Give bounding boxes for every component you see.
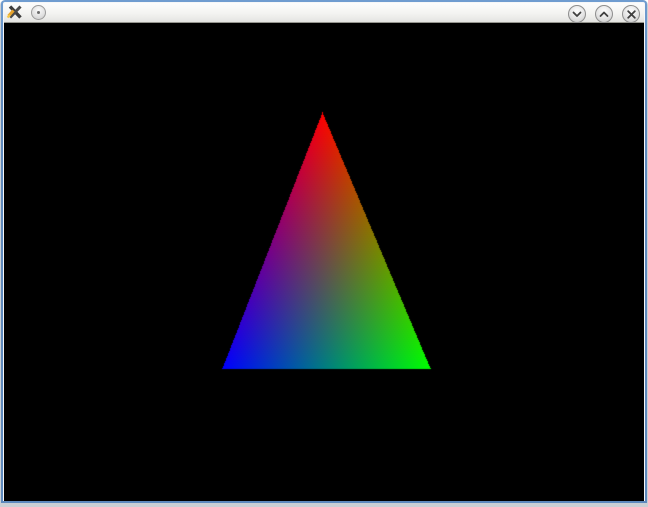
dot-icon bbox=[37, 11, 40, 14]
maximize-button[interactable] bbox=[595, 5, 613, 23]
close-button[interactable] bbox=[622, 5, 640, 23]
x-application-icon[interactable] bbox=[6, 3, 24, 21]
x-icon bbox=[627, 10, 636, 19]
window-inner-frame bbox=[3, 2, 645, 501]
window-focus-glow-border bbox=[1, 0, 647, 503]
titlebar[interactable] bbox=[4, 3, 644, 22]
minimize-button[interactable] bbox=[568, 5, 586, 23]
opengl-viewport bbox=[4, 23, 644, 501]
chevron-down-icon bbox=[572, 11, 582, 18]
application-window bbox=[0, 0, 648, 507]
rgb-gradient-triangle bbox=[4, 23, 644, 501]
on-all-desktops-button[interactable] bbox=[31, 5, 46, 20]
chevron-up-icon bbox=[599, 11, 609, 18]
window-controls bbox=[568, 5, 640, 23]
